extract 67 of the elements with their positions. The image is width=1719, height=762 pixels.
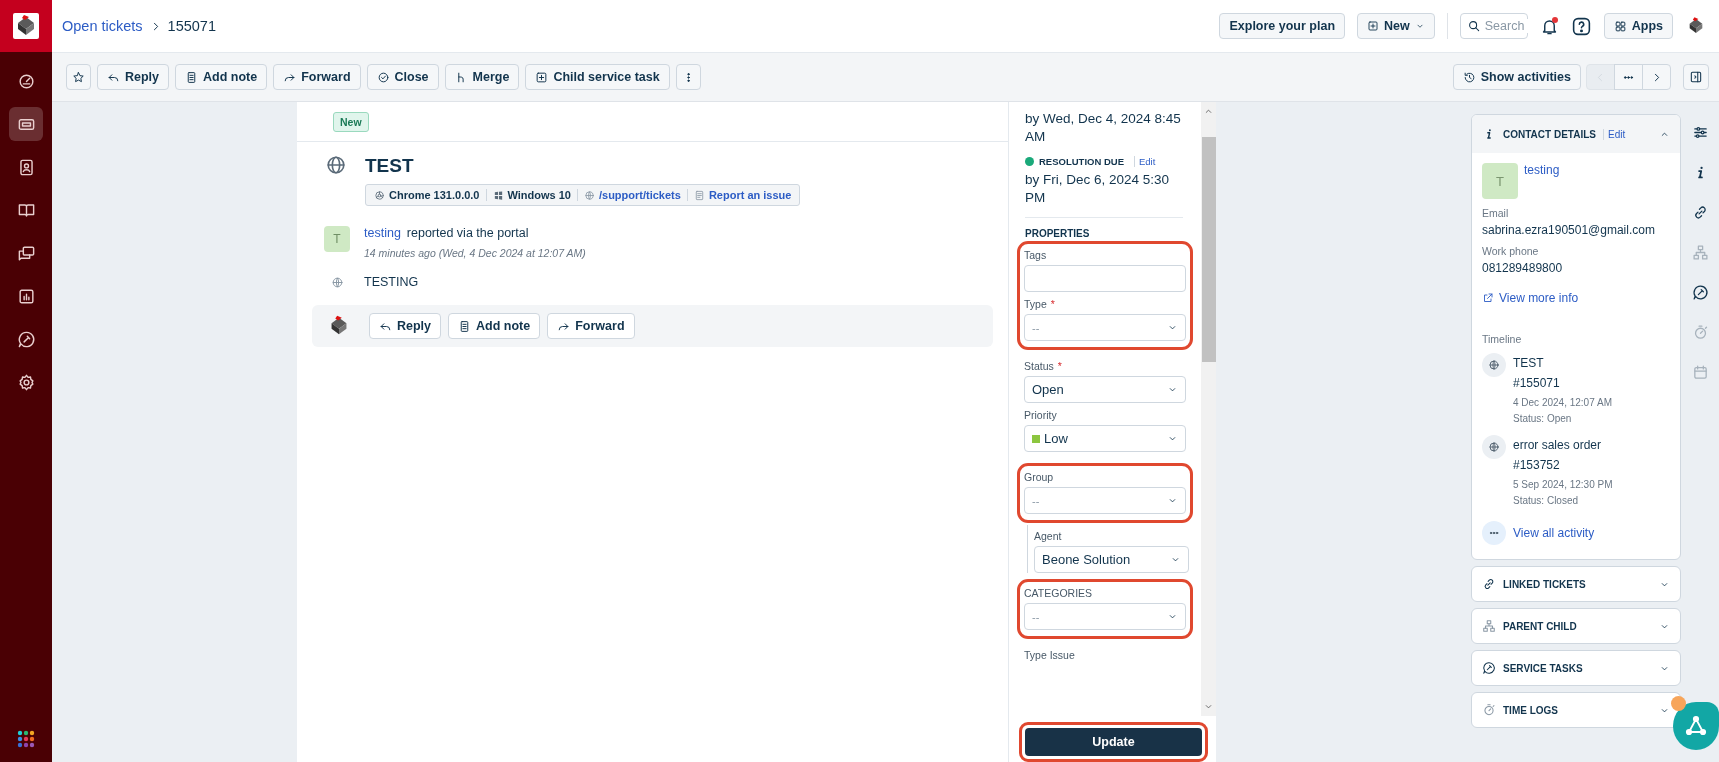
due-date-text: by Fri, Dec 6, 2024 5:30 PM xyxy=(1025,171,1171,207)
collapsible-panel[interactable]: PARENT CHILD xyxy=(1471,608,1681,644)
os-info: Windows 10 xyxy=(485,189,577,201)
explore-plan-button[interactable]: Explore your plan xyxy=(1219,13,1346,39)
new-button[interactable]: New xyxy=(1357,13,1435,39)
field-value: sabrina.ezra190501@gmail.com xyxy=(1482,223,1656,237)
task-button[interactable]: Child service task xyxy=(525,64,670,90)
field-label: Work phone xyxy=(1482,245,1540,257)
field-label: CATEGORIES xyxy=(1024,587,1094,599)
close-button[interactable]: Close xyxy=(366,64,439,90)
field-label: Priority xyxy=(1024,409,1058,421)
report-issue-link[interactable]: Report an issue xyxy=(686,189,798,201)
ticket-subject: TEST xyxy=(365,154,415,178)
timeline-title[interactable]: error sales order xyxy=(1513,435,1613,455)
reply-button[interactable]: Reply xyxy=(97,64,170,90)
breadcrumb-current: 155071 xyxy=(167,18,216,34)
timeline-date: 4 Dec 2024, 12:07 AM xyxy=(1513,396,1612,410)
field-label: Email xyxy=(1482,207,1510,219)
resolution-due-label: RESOLUTION DUE xyxy=(1039,156,1124,167)
timeline-date: 5 Sep 2024, 12:30 PM xyxy=(1513,478,1613,492)
collapsible-panel[interactable]: SERVICE TASKS xyxy=(1471,650,1681,686)
dropdown-field[interactable]: Beone Solution xyxy=(1034,546,1189,573)
dropdown-field[interactable]: Open xyxy=(1024,376,1186,403)
collapsible-panel[interactable]: TIME LOGS xyxy=(1471,692,1681,728)
timeline-status: Status: Open xyxy=(1513,412,1573,426)
ticket-number: #153752 xyxy=(1513,457,1561,474)
ticket-number: #155071 xyxy=(1513,375,1561,392)
author-link[interactable]: testing xyxy=(364,226,401,240)
field-label: Group xyxy=(1024,471,1055,483)
panel-heading: CONTACT DETAILS xyxy=(1503,128,1596,140)
activity-text: reported via the portal xyxy=(406,226,529,240)
edit-link[interactable]: Edit xyxy=(1134,156,1156,167)
edit-link[interactable]: Edit xyxy=(1602,128,1626,140)
contact-name-link[interactable]: testing xyxy=(1524,163,1560,199)
note-button[interactable]: Add note xyxy=(175,64,268,90)
field-label: Type Issue xyxy=(1024,649,1076,661)
due-date-text: by Wed, Dec 4, 2024 8:45 AM xyxy=(1025,110,1182,146)
message-text: TESTING xyxy=(364,275,419,289)
page-link[interactable]: /support/tickets xyxy=(576,189,687,201)
update-button[interactable]: Update xyxy=(1025,728,1202,756)
merge-button[interactable]: Merge xyxy=(444,64,520,90)
search-field[interactable]: Search xyxy=(1459,13,1528,39)
timeline-label: Timeline xyxy=(1482,333,1523,345)
status-badge: New xyxy=(333,111,369,132)
forward-button[interactable]: Forward xyxy=(273,64,361,90)
forward-button[interactable]: Forward xyxy=(547,313,635,339)
dropdown-field[interactable]: Low xyxy=(1024,425,1186,452)
section-heading: PROPERTIES xyxy=(1025,228,1091,239)
avatar: T xyxy=(1482,163,1518,199)
collapsible-panel[interactable]: LINKED TICKETS xyxy=(1471,566,1681,602)
view-more-link[interactable]: View more info xyxy=(1482,291,1670,305)
apps-button[interactable]: Apps xyxy=(1603,13,1673,39)
show-activities-button[interactable]: Show activities xyxy=(1452,64,1581,90)
view-all-link[interactable]: View all activity xyxy=(1482,521,1670,545)
timeline-status: Status: Closed xyxy=(1513,494,1580,508)
note-button[interactable]: Add note xyxy=(448,313,541,339)
field-value: 081289489800 xyxy=(1482,261,1564,275)
timeline-title[interactable]: TEST xyxy=(1513,353,1612,373)
field-label: Agent xyxy=(1034,530,1063,542)
breadcrumb-link[interactable]: Open tickets xyxy=(62,18,143,34)
timestamp: 14 minutes ago (Wed, 4 Dec 2024 at 12:07 AM) xyxy=(364,247,586,259)
avatar: T xyxy=(324,226,350,252)
field-label: Tags xyxy=(1024,249,1048,261)
field-label: Status * xyxy=(1024,360,1063,372)
reply-button[interactable]: Reply xyxy=(369,313,442,339)
browser-info: Chrome 131.0.0.0 xyxy=(368,189,486,201)
field-label: Type * xyxy=(1024,298,1056,310)
